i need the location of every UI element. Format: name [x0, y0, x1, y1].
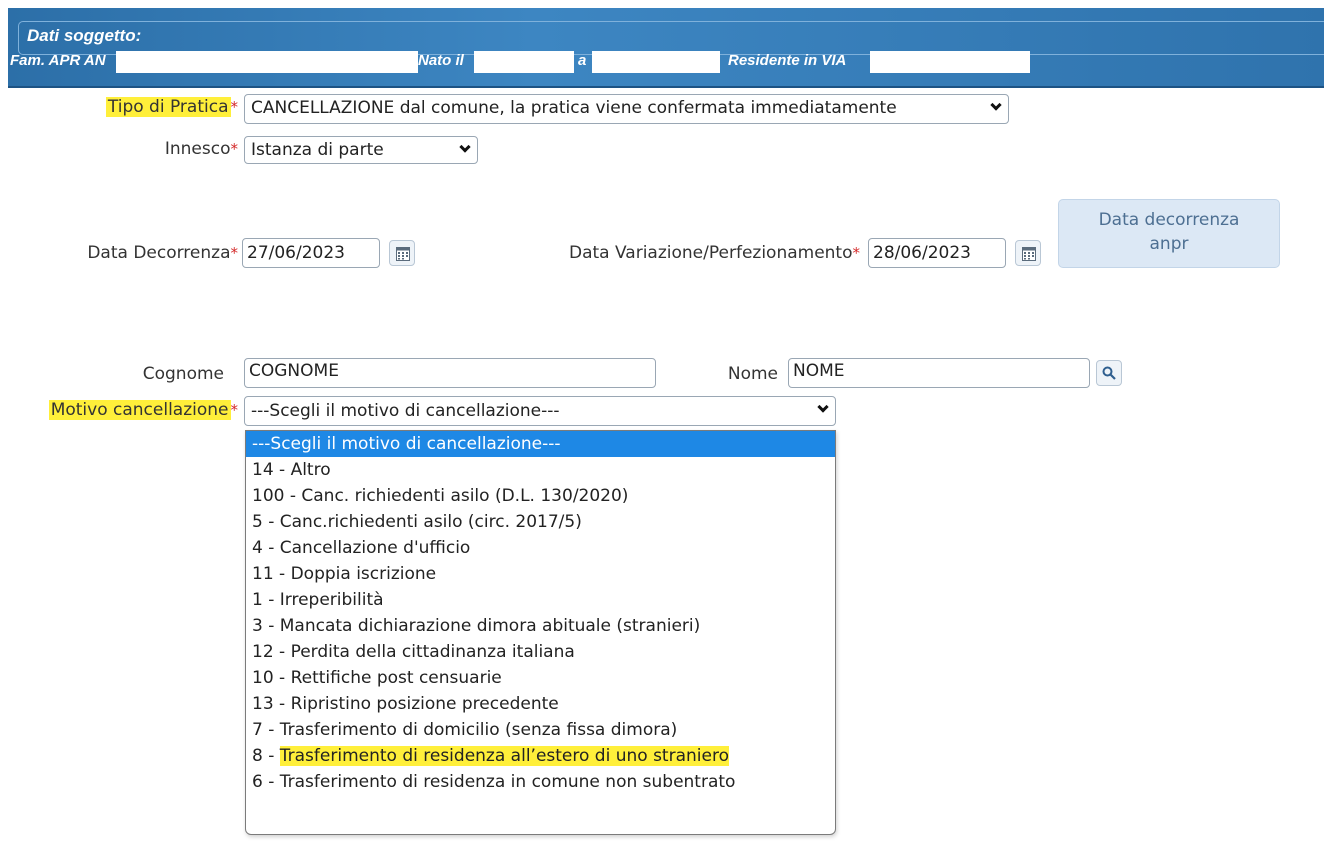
required-marker: *	[230, 98, 239, 116]
cognome-input[interactable]: COGNOME	[244, 358, 656, 388]
motivo-value: ---Scegli il motivo di cancellazione---	[251, 401, 560, 421]
required-marker: *	[852, 244, 861, 262]
tipo-pratica-label: Tipo di Pratica *	[105, 95, 239, 119]
data-decorrenza-input[interactable]: 27/06/2023	[242, 238, 380, 268]
motivo-option[interactable]: 13 - Ripristino posizione precedente	[246, 691, 835, 717]
required-marker: *	[230, 140, 239, 158]
motivo-option[interactable]: 1 - Irreperibilità	[246, 587, 835, 613]
anpr-button-line2: anpr	[1149, 234, 1189, 254]
data-decorrenza-label: Data Decorrenza*	[87, 241, 238, 265]
data-decorrenza-text: Data Decorrenza	[87, 243, 231, 263]
chevron-down-icon	[459, 141, 471, 153]
motivo-option[interactable]: 14 - Altro	[246, 457, 835, 483]
motivo-label: Motivo cancellazione *	[48, 398, 239, 422]
motivo-option[interactable]: 7 - Trasferimento di domicilio (senza fi…	[246, 717, 835, 743]
motivo-dropdown-list: ---Scegli il motivo di cancellazione--- …	[245, 430, 836, 835]
search-button[interactable]	[1096, 360, 1122, 386]
tipo-pratica-select[interactable]: CANCELLAZIONE dal comune, la pratica vie…	[244, 94, 1009, 124]
motivo-option[interactable]: 6 - Trasferimento di residenza in comune…	[246, 769, 835, 795]
motivo-option[interactable]: 10 - Rettifiche post censuarie	[246, 665, 835, 691]
header-title-box: Dati soggetto:	[18, 21, 1324, 55]
subject-header: Dati soggetto:	[8, 8, 1324, 88]
motivo-option-highlighted[interactable]: 8 - Trasferimento di residenza all’ester…	[246, 743, 835, 769]
data-decorrenza-anpr-button[interactable]: Data decorrenza anpr	[1058, 199, 1280, 268]
search-icon	[1102, 366, 1116, 380]
born-label: Nato il	[418, 52, 464, 69]
motivo-option[interactable]: 11 - Doppia iscrizione	[246, 561, 835, 587]
nome-input[interactable]: NOME	[788, 358, 1090, 388]
motivo-option[interactable]: 4 - Cancellazione d'ufficio	[246, 535, 835, 561]
tipo-pratica-value: CANCELLAZIONE dal comune, la pratica vie…	[251, 98, 897, 118]
data-variazione-input[interactable]: 28/06/2023	[868, 238, 1006, 268]
residence-label: Residente in VIA	[728, 52, 847, 69]
innesco-label: Innesco*	[165, 137, 238, 161]
redacted-birthplace	[592, 51, 720, 73]
required-marker: *	[230, 244, 239, 262]
motivo-option[interactable]: 3 - Mancata dichiarazione dimora abitual…	[246, 613, 835, 639]
tipo-pratica-text: Tipo di Pratica	[105, 97, 231, 117]
motivo-option[interactable]: 5 - Canc.richiedenti asilo (circ. 2017/5…	[246, 509, 835, 535]
required-marker: *	[230, 401, 239, 419]
header-title: Dati soggetto:	[27, 26, 142, 45]
at-label: a	[578, 52, 587, 69]
calendar-button[interactable]	[389, 240, 415, 266]
page: Dati soggetto: Fam. APR AN Nato il a Res…	[0, 0, 1324, 867]
motivo-option[interactable]: 12 - Perdita della cittadinanza italiana	[246, 639, 835, 665]
nome-label: Nome	[727, 364, 778, 384]
cognome-label: Cognome	[142, 364, 224, 384]
data-variazione-text: Data Variazione/Perfezionamento	[569, 243, 853, 263]
chevron-down-icon	[817, 401, 829, 413]
innesco-text: Innesco	[164, 139, 231, 159]
data-variazione-label: Data Variazione/Perfezionamento*	[569, 241, 860, 265]
motivo-text: Motivo cancellazione	[48, 400, 231, 420]
chevron-down-icon	[990, 99, 1002, 111]
innesco-value: Istanza di parte	[251, 140, 384, 160]
calendar-icon	[1022, 247, 1036, 261]
motivo-option[interactable]: 100 - Canc. richiedenti asilo (D.L. 130/…	[246, 483, 835, 509]
redacted-residence	[870, 51, 1030, 73]
option-prefix: 8 -	[252, 746, 280, 766]
innesco-select[interactable]: Istanza di parte	[244, 136, 478, 164]
redacted-family	[116, 51, 418, 73]
anpr-button-line1: Data decorrenza	[1098, 210, 1240, 230]
option-highlight-text: Trasferimento di residenza all’estero di…	[279, 746, 729, 766]
redacted-birthdate	[474, 51, 574, 73]
motivo-select[interactable]: ---Scegli il motivo di cancellazione---	[244, 396, 836, 426]
calendar-icon	[396, 247, 410, 261]
family-label: Fam. APR AN	[10, 52, 106, 69]
calendar-button[interactable]	[1015, 240, 1041, 266]
motivo-option[interactable]: ---Scegli il motivo di cancellazione---	[246, 431, 835, 457]
